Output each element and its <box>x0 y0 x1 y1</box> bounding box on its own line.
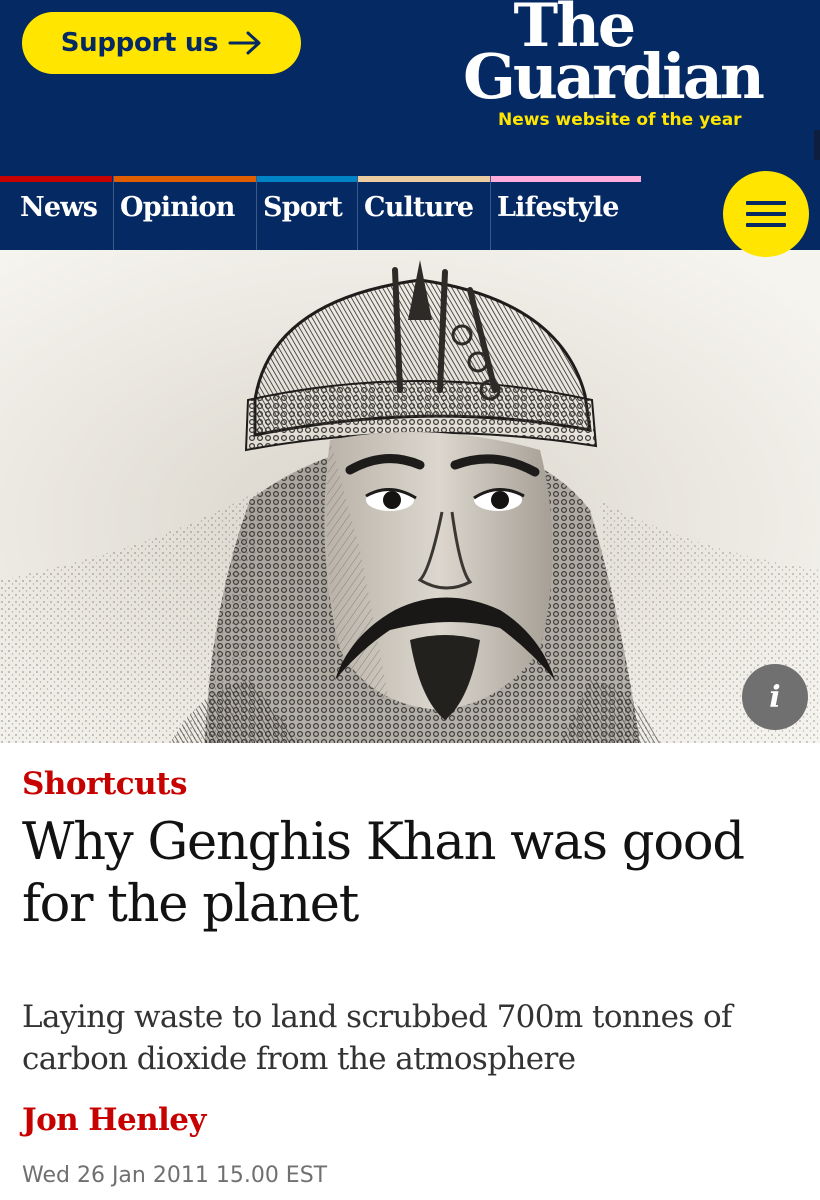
hero-image <box>0 250 820 743</box>
image-info-button[interactable]: i <box>742 664 808 730</box>
author-byline[interactable]: Jon Henley <box>22 1102 206 1138</box>
hamburger-menu-icon-line <box>746 212 786 216</box>
nav-item-sport[interactable]: Sport <box>256 176 357 250</box>
article-standfirst: Laying waste to land scrubbed 700m tonne… <box>22 999 732 1077</box>
nav-item-lifestyle[interactable]: Lifestyle <box>490 176 641 250</box>
masthead: Support us The Guardian News website of … <box>0 0 820 250</box>
nav-bar-lifestyle <box>491 176 641 182</box>
menu-button[interactable] <box>723 171 809 257</box>
publish-date: Wed 26 Jan 2011 15.00 EST <box>22 1163 328 1188</box>
logo-guardian: Guardian <box>462 40 765 113</box>
article-headline: Why Genghis Khan was good for the planet <box>22 813 745 934</box>
nav-label-opinion: Opinion <box>120 192 235 223</box>
hamburger-menu-icon-line <box>746 223 786 227</box>
nav-item-culture[interactable]: Culture <box>357 176 490 250</box>
nav-label-lifestyle: Lifestyle <box>497 192 619 223</box>
nav-label-culture: Culture <box>364 192 474 223</box>
edge-divider <box>814 130 820 160</box>
series-kicker[interactable]: Shortcuts <box>22 766 187 802</box>
nav-label-news: News <box>20 192 98 223</box>
nav-bar-opinion <box>114 176 256 182</box>
nav-bar-culture <box>358 176 490 182</box>
portrait-engraving <box>0 250 820 743</box>
nav-item-opinion[interactable]: Opinion <box>113 176 256 250</box>
nav-item-news[interactable]: News <box>0 176 112 250</box>
hamburger-menu-icon <box>746 201 786 205</box>
support-us-button[interactable]: Support us <box>22 12 301 74</box>
nav-bar-news <box>0 176 112 182</box>
info-icon: i <box>769 679 781 715</box>
arrow-right-icon <box>228 31 261 55</box>
nav-label-sport: Sport <box>263 192 343 223</box>
tagline: News website of the year <box>498 110 742 130</box>
pillar-nav: News Opinion Sport Culture Lifestyle <box>0 176 820 250</box>
support-us-label: Support us <box>60 28 219 58</box>
nav-bar-sport <box>257 176 357 182</box>
